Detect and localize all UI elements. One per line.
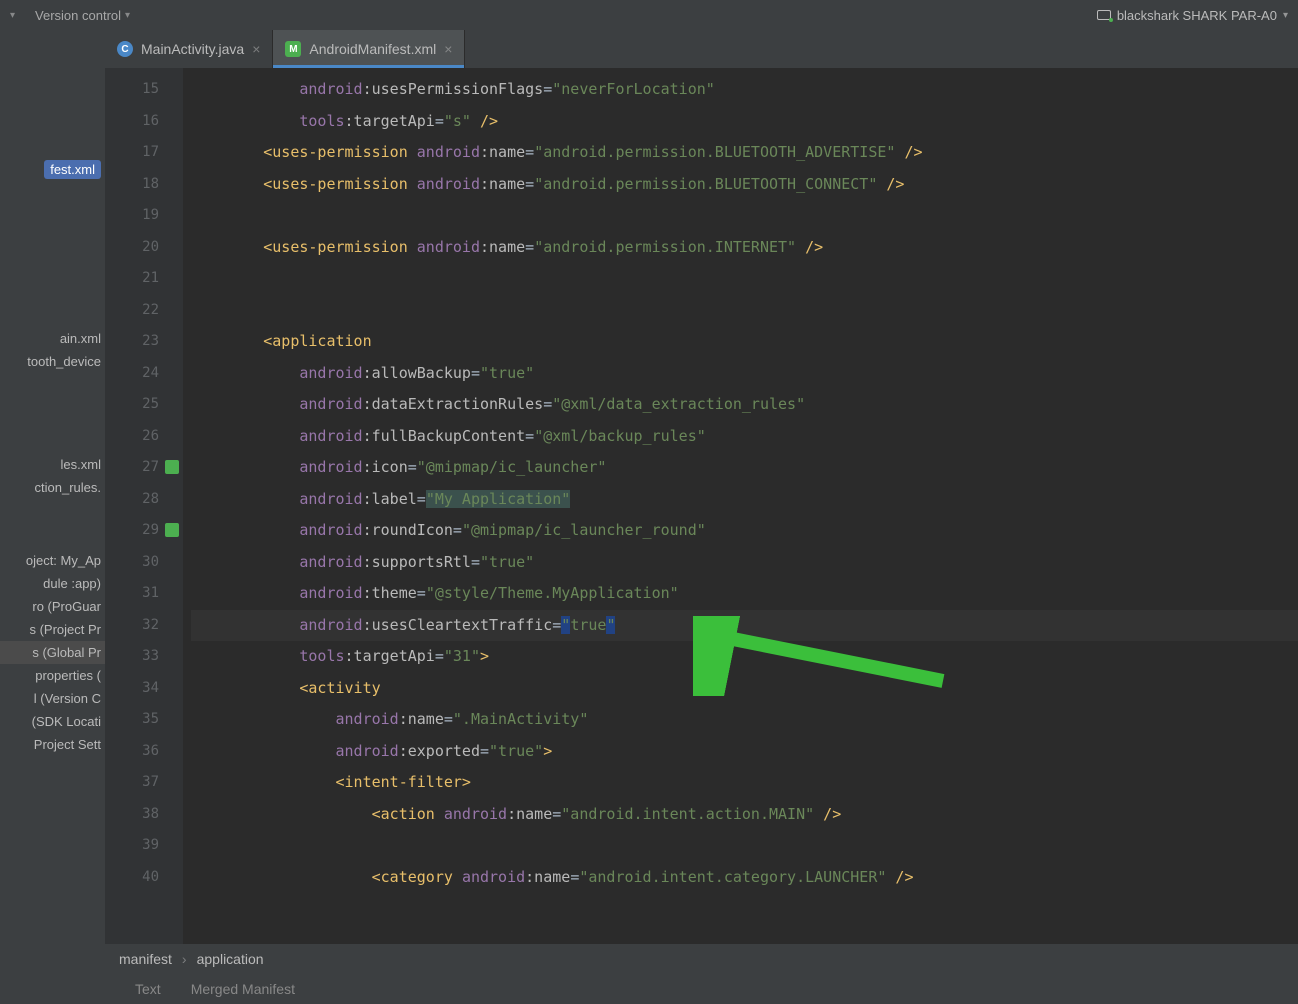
line-number: 23	[105, 326, 159, 358]
code-line[interactable]	[191, 830, 1298, 862]
android-icon	[165, 523, 179, 537]
sidebar-item[interactable]: s (Global Pr	[0, 641, 105, 664]
line-number: 18	[105, 169, 159, 201]
chevron-down-icon: ▾	[125, 10, 130, 21]
close-icon[interactable]: ×	[252, 41, 260, 57]
sidebar-item[interactable]: (SDK Locati	[0, 710, 105, 733]
line-number: 16	[105, 106, 159, 138]
line-number: 26	[105, 421, 159, 453]
code-line[interactable]: android:exported="true">	[191, 736, 1298, 768]
breadcrumb-separator: ›	[182, 951, 187, 967]
line-number: 28	[105, 484, 159, 516]
code-line[interactable]: android:supportsRtl="true"	[191, 547, 1298, 579]
code-line[interactable]: android:theme="@style/Theme.MyApplicatio…	[191, 578, 1298, 610]
code-line[interactable]: <intent-filter>	[191, 767, 1298, 799]
line-number: 32	[105, 610, 159, 642]
code-line[interactable]	[191, 295, 1298, 327]
chevron-down-icon: ▾	[1283, 10, 1288, 21]
code-line[interactable]: <action android:name="android.intent.act…	[191, 799, 1298, 831]
breadcrumb-item[interactable]: application	[197, 951, 264, 967]
line-number: 39	[105, 830, 159, 862]
version-control-menu[interactable]: Version control ▾	[35, 8, 130, 23]
file-type-icon: M	[285, 41, 301, 57]
menu-item[interactable]: ▾	[10, 10, 15, 21]
editor-tab[interactable]: C MainActivity.java ×	[105, 30, 273, 68]
line-number: 30	[105, 547, 159, 579]
code-line[interactable]: android:usesCleartextTraffic="true"	[191, 610, 1298, 642]
tab-label: MainActivity.java	[141, 41, 244, 57]
editor-tabs: C MainActivity.java × M AndroidManifest.…	[105, 30, 1298, 68]
sidebar-item[interactable]: ain.xml	[0, 327, 105, 350]
line-number: 15	[105, 74, 159, 106]
code-line[interactable]: android:usesPermissionFlags="neverForLoc…	[191, 74, 1298, 106]
code-line[interactable]: android:fullBackupContent="@xml/backup_r…	[191, 421, 1298, 453]
line-gutter: 1516171819202122232425262728293031323334…	[105, 68, 183, 944]
line-number: 29	[105, 515, 159, 547]
sidebar-item[interactable]: les.xml	[0, 453, 105, 476]
topbar: ▾ Version control ▾ blackshark SHARK PAR…	[0, 0, 1298, 30]
line-number: 20	[105, 232, 159, 264]
android-icon	[165, 460, 179, 474]
chevron-down-icon: ▾	[10, 10, 15, 21]
line-number: 24	[105, 358, 159, 390]
line-number: 33	[105, 641, 159, 673]
file-type-icon: C	[117, 41, 133, 57]
code-line[interactable]: android:allowBackup="true"	[191, 358, 1298, 390]
code-line[interactable]: <uses-permission android:name="android.p…	[191, 137, 1298, 169]
tab-label: AndroidManifest.xml	[309, 41, 436, 57]
device-icon	[1097, 10, 1111, 20]
editor-tab[interactable]: M AndroidManifest.xml ×	[273, 30, 465, 68]
sidebar-item[interactable]: l (Version C	[0, 687, 105, 710]
line-number: 36	[105, 736, 159, 768]
code-line[interactable]: <activity	[191, 673, 1298, 705]
code-line[interactable]	[191, 200, 1298, 232]
line-number: 31	[105, 578, 159, 610]
code-line[interactable]: <application	[191, 326, 1298, 358]
code-content[interactable]: android:usesPermissionFlags="neverForLoc…	[183, 68, 1298, 944]
view-tab[interactable]: Merged Manifest	[191, 981, 295, 997]
sidebar-item[interactable]: dule :app)	[0, 572, 105, 595]
code-line[interactable]: <category android:name="android.intent.c…	[191, 862, 1298, 894]
line-number: 40	[105, 862, 159, 894]
line-number: 38	[105, 799, 159, 831]
line-number: 37	[105, 767, 159, 799]
line-number: 21	[105, 263, 159, 295]
sidebar-item[interactable]: s (Project Pr	[0, 618, 105, 641]
view-tab[interactable]: Text	[135, 981, 161, 997]
code-editor[interactable]: 1516171819202122232425262728293031323334…	[105, 68, 1298, 944]
code-line[interactable]: android:dataExtractionRules="@xml/data_e…	[191, 389, 1298, 421]
sidebar-item[interactable]: oject: My_Ap	[0, 549, 105, 572]
close-icon[interactable]: ×	[444, 41, 452, 57]
code-line[interactable]	[191, 263, 1298, 295]
code-line[interactable]: <uses-permission android:name="android.p…	[191, 169, 1298, 201]
sidebar-item[interactable]: ro (ProGuar	[0, 595, 105, 618]
sidebar-item[interactable]: fest.xml	[44, 160, 101, 179]
line-number: 22	[105, 295, 159, 327]
breadcrumb-item[interactable]: manifest	[119, 951, 172, 967]
code-line[interactable]: android:icon="@mipmap/ic_launcher"	[191, 452, 1298, 484]
line-number: 27	[105, 452, 159, 484]
code-line[interactable]: tools:targetApi="s" />	[191, 106, 1298, 138]
line-number: 34	[105, 673, 159, 705]
breadcrumb-bar: manifest › application	[105, 944, 1298, 974]
line-number: 35	[105, 704, 159, 736]
line-number: 19	[105, 200, 159, 232]
code-line[interactable]: <uses-permission android:name="android.p…	[191, 232, 1298, 264]
line-number: 17	[105, 137, 159, 169]
version-control-label: Version control	[35, 8, 121, 23]
bottom-tabs: Text Merged Manifest	[105, 974, 1298, 1004]
sidebar-item[interactable]: properties (	[0, 664, 105, 687]
device-name: blackshark SHARK PAR-A0	[1117, 8, 1277, 23]
device-selector[interactable]: blackshark SHARK PAR-A0 ▾	[1097, 8, 1288, 23]
code-line[interactable]: android:label="My Application"	[191, 484, 1298, 516]
code-line[interactable]: android:roundIcon="@mipmap/ic_launcher_r…	[191, 515, 1298, 547]
project-sidebar[interactable]: fest.xml ain.xmltooth_device les.xmlction_…	[0, 30, 105, 1004]
sidebar-item[interactable]: Project Sett	[0, 733, 105, 756]
code-line[interactable]: tools:targetApi="31">	[191, 641, 1298, 673]
sidebar-item[interactable]: ction_rules.	[0, 476, 105, 499]
line-number: 25	[105, 389, 159, 421]
code-line[interactable]: android:name=".MainActivity"	[191, 704, 1298, 736]
sidebar-item[interactable]: tooth_device	[0, 350, 105, 373]
